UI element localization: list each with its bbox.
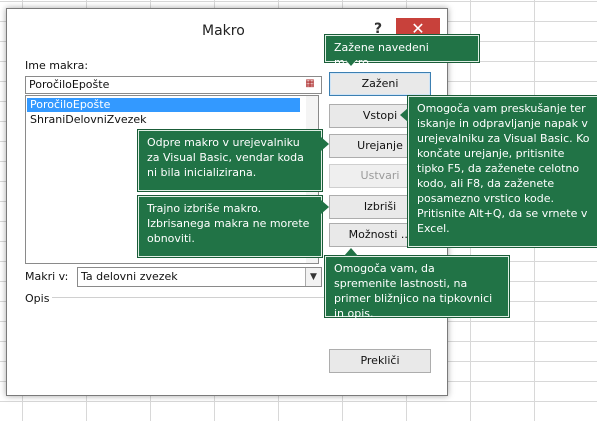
collapse-dialog-button[interactable]: ▦ [302,76,318,92]
range-select-icon: ▦ [305,78,315,89]
tooltip-options-pointer [344,248,358,256]
chevron-down-icon[interactable]: ▼ [305,268,321,286]
tooltip-step-into: Omogoča vam preskušanje ter iskanje in o… [408,96,597,247]
macros-in-label: Makri v: [25,270,69,283]
macros-in-select[interactable]: Ta delovni zvezek ▼ [77,267,322,287]
tooltip-run-pointer [344,58,358,66]
dialog-title: Makro [202,23,245,39]
list-item[interactable]: PoročiloEpošte [26,97,301,113]
macros-in-value: Ta delovni zvezek [81,270,178,283]
description-label: Opis [25,292,50,305]
tooltip-edit-pointer [321,137,329,151]
macro-name-label: Ime makra: [25,59,89,72]
macro-name-input[interactable]: PoročiloEpošte [25,76,322,94]
run-button[interactable]: Zaženi [329,72,431,96]
cancel-button[interactable]: Prekliči [329,349,431,373]
tooltip-step-into-pointer [400,108,408,122]
tooltip-options: Omogoča vam, da spremenite lastnosti, na… [325,256,509,320]
tooltip-delete: Trajno izbriše makro. Izbrisanega makra … [138,196,322,257]
tooltip-delete-pointer [321,200,329,214]
list-item[interactable]: ShraniDelovniZvezek [27,113,300,127]
tooltip-edit: Odpre makro v urejevalniku za Visual Bas… [138,130,322,191]
